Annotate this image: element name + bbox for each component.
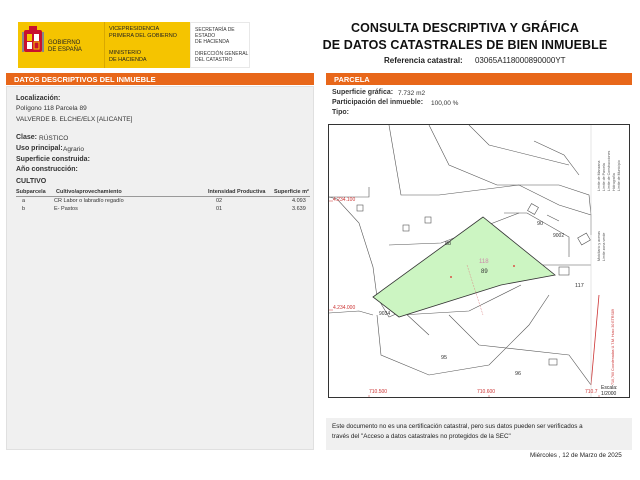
legend-item: Limite de Manzana — [597, 160, 601, 191]
clase-label: Clase: — [16, 134, 38, 141]
row-superficie: 3.639 — [292, 206, 306, 212]
col-intensidad: Intensidad Productiva — [208, 189, 266, 195]
table-row: a CR Labor o labradío regadío 02 4.093 — [16, 197, 310, 205]
legend-item: Limite de Parcela — [602, 163, 606, 191]
coord-mid-label: 4.234.000 — [333, 305, 356, 311]
scale-value: 1/2000 — [601, 391, 617, 397]
datos-descriptivos-header: DATOS DESCRIPTIVOS DEL INMUEBLE — [6, 73, 314, 85]
coord-x1-label: 710.500 — [369, 389, 388, 395]
col-subparcela: Subparcela — [16, 189, 46, 195]
superficie-grafica-value: 7.732 m2 — [398, 89, 426, 97]
row-sub: b — [22, 206, 26, 212]
parcel-90-label: 90 — [537, 221, 544, 227]
legend-item: Limite zona verde — [602, 232, 606, 261]
document-date: Miércoles , 12 de Marzo de 2025 — [530, 452, 622, 459]
coord-x3-label: 710.7 — [585, 389, 598, 395]
utm-side-text: 710,760 Coordenadas U.T.M. Huso 30 ETRS8… — [611, 309, 615, 385]
row-cultivo: E- Pastos — [54, 206, 78, 212]
parcel-117-label: 117 — [575, 283, 584, 289]
row-superficie: 4.093 — [292, 198, 306, 204]
clase-value: RÚSTICO — [39, 134, 69, 142]
row-sub: a — [22, 198, 26, 204]
parcel-9034-label: 9034 — [379, 311, 391, 317]
secr-line1: SECRETARÍA DE ESTADO — [195, 27, 235, 39]
superficie-construida-label: Superficie construida: — [16, 156, 90, 163]
uso-value: Agrario — [63, 145, 84, 153]
col-superficie: Superficie m² — [274, 189, 309, 195]
parcel-9002-label: 9002 — [553, 233, 565, 239]
coord-x2-label: 710.600 — [477, 389, 496, 395]
legend-item: Hidrografía — [612, 173, 616, 191]
row-cultivo: CR Labor o labradío regadío — [54, 198, 124, 204]
parcel-88-label: 88 — [445, 241, 452, 247]
ref-value: 03065A118000890000YT — [474, 56, 566, 65]
ref-label: Referencia catastral: — [384, 56, 463, 65]
note-line1: Este documento no es una certificación c… — [332, 423, 583, 430]
parcela-header: PARCELA — [326, 73, 632, 85]
title-line2: DE DATOS CATASTRALES DE BIEN INMUEBLE — [322, 38, 608, 52]
gobierno-logo: GOBIERNO DE ESPAÑA — [18, 22, 104, 68]
min-line1: MINISTERIO — [109, 50, 142, 56]
title-line1: CONSULTA DESCRIPTIVA Y GRÁFICA — [350, 21, 579, 35]
legend-item: Limite de Municipio — [617, 160, 621, 191]
ministerio-block: VICEPRESIDENCIA PRIMERA DEL GOBIERNO MIN… — [104, 22, 190, 68]
government-header: GOBIERNO DE ESPAÑA VICEPRESIDENCIA PRIME… — [18, 22, 250, 68]
legend-item: Mobiliario y aceras — [597, 231, 601, 261]
parcel-118-label: 118 — [479, 259, 489, 265]
map-scale: Escala: 1/2000 — [601, 385, 617, 397]
parcel-89-label: 89 — [481, 269, 488, 275]
page-title: CONSULTA DESCRIPTIVA Y GRÁFICA DE DATOS … — [300, 20, 630, 54]
participacion-value: 100,00 % — [431, 99, 459, 107]
min-line2: DE HACIENDA — [109, 56, 147, 63]
table-row: b E- Pastos 01 3.639 — [16, 205, 310, 213]
col-cultivo: Cultivo/aprovechamiento — [56, 189, 122, 195]
row-intensidad: 02 — [216, 198, 223, 204]
row-intensidad: 01 — [216, 206, 223, 212]
map-legend: Limite de Manzana Limite de Parcela Limi… — [595, 129, 629, 277]
localizacion-line2: VALVERDE B. ELCHE/ELX [ALICANTE] — [16, 116, 133, 123]
dir-line2: DEL CATASTRO — [195, 57, 233, 63]
referencia-catastral: Referencia catastral: 03065A118000890000… — [384, 56, 566, 65]
cultivo-table: Subparcela Cultivo/aprovechamiento Inten… — [16, 188, 310, 213]
gov-line2: DE ESPAÑA — [48, 47, 82, 53]
note-line2: través del "Acceso a datos catastrales n… — [332, 433, 511, 440]
secretaria-block: SECRETARÍA DE ESTADO DE HACIENDA DIRECCI… — [190, 22, 250, 68]
gov-line1: GOBIERNO — [48, 40, 81, 46]
coord-top-label: 4.234.100 — [333, 197, 356, 203]
cadastral-map[interactable]: 4.234.100 4.234.000 710.500 710.600 710.… — [328, 124, 630, 398]
table-header: Subparcela Cultivo/aprovechamiento Inten… — [16, 188, 310, 197]
localizacion-line1: Polígono 118 Parcela 89 — [16, 105, 87, 112]
superficie-grafica-label: Superficie gráfica: — [332, 89, 394, 96]
legend-item: Limite de Construcciones — [607, 150, 611, 191]
localizacion-label: Localización: — [16, 95, 61, 102]
secr-line2: DE HACIENDA — [195, 39, 230, 45]
uso-label: Uso principal: — [16, 145, 63, 152]
participacion-label: Participación del inmueble: — [332, 99, 424, 106]
anio-construccion-label: Año construcción: — [16, 166, 78, 173]
cultivo-title: CULTIVO — [16, 178, 47, 185]
coat-of-arms-icon — [22, 26, 44, 58]
disclaimer-note: Este documento no es una certificación c… — [326, 418, 632, 450]
parcel-96-label: 96 — [515, 371, 522, 377]
vice-line2: PRIMERA DEL GOBIERNO — [109, 32, 177, 39]
parcel-95-label: 95 — [441, 355, 448, 361]
tipo-label: Tipo: — [332, 109, 349, 116]
